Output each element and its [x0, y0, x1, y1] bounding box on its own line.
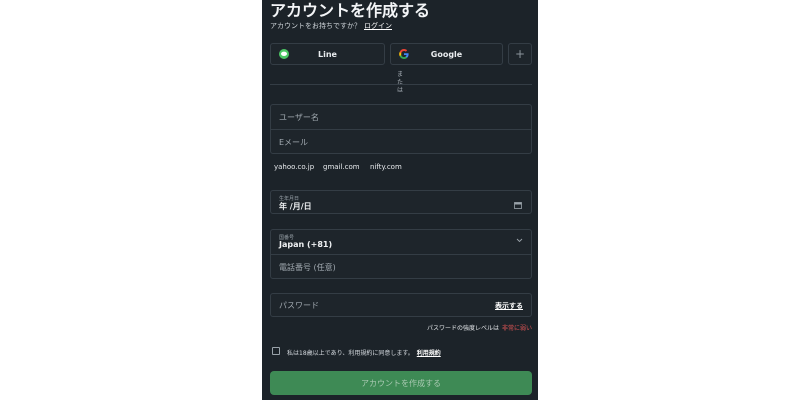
more-options-button[interactable]: +: [508, 43, 532, 65]
google-login-label: Google: [430, 49, 463, 59]
group-separator: [271, 254, 531, 255]
show-password-toggle[interactable]: 表示する: [495, 301, 523, 311]
country-code-select[interactable]: Japan (+81): [279, 240, 332, 249]
line-login-label: Line: [318, 49, 337, 59]
terms-statement: 私は18歳以上であり、利用規約に同意します。: [287, 350, 414, 357]
divider-text: または: [396, 71, 403, 94]
email-domain-yahoo[interactable]: yahoo.co.jp: [274, 163, 314, 171]
group-separator: [271, 129, 531, 130]
login-link[interactable]: ログイン: [364, 22, 392, 30]
page-title: アカウントを作成する: [270, 1, 431, 20]
line-login-button[interactable]: Line: [270, 43, 385, 65]
terms-text: 私は18歳以上であり、利用規約に同意します。 利用規約: [287, 348, 441, 357]
login-prompt-text: アカウントをお持ちですか？: [270, 22, 361, 30]
line-icon: [279, 49, 289, 59]
phone-input[interactable]: 電話番号 (任意): [279, 262, 336, 273]
terms-link[interactable]: 利用規約: [417, 350, 441, 357]
email-domain-gmail[interactable]: gmail.com: [323, 163, 360, 171]
calendar-icon[interactable]: [514, 201, 522, 209]
password-strength-value: 非常に弱い: [501, 325, 532, 332]
google-icon: [399, 49, 409, 59]
chevron-down-icon[interactable]: [516, 238, 523, 243]
signup-panel: アカウントを作成する アカウントをお持ちですか？ ログイン Line Google…: [262, 0, 538, 400]
birthdate-value: 年 /月/日: [279, 202, 312, 211]
password-strength-label: パスワードの強度レベルは: [426, 325, 499, 332]
login-prompt: アカウントをお持ちですか？ ログイン: [270, 21, 392, 31]
password-strength: パスワードの強度レベルは 非常に弱い: [427, 323, 532, 332]
email-domain-nifty[interactable]: nifty.com: [370, 163, 402, 171]
plus-icon: +: [514, 47, 526, 61]
create-account-button[interactable]: アカウントを作成する: [270, 371, 532, 395]
google-login-button[interactable]: Google: [390, 43, 503, 65]
password-placeholder: パスワード: [279, 301, 319, 310]
email-input[interactable]: Eメール: [279, 137, 308, 148]
username-input[interactable]: ユーザー名: [279, 112, 319, 123]
terms-checkbox[interactable]: [272, 347, 280, 355]
